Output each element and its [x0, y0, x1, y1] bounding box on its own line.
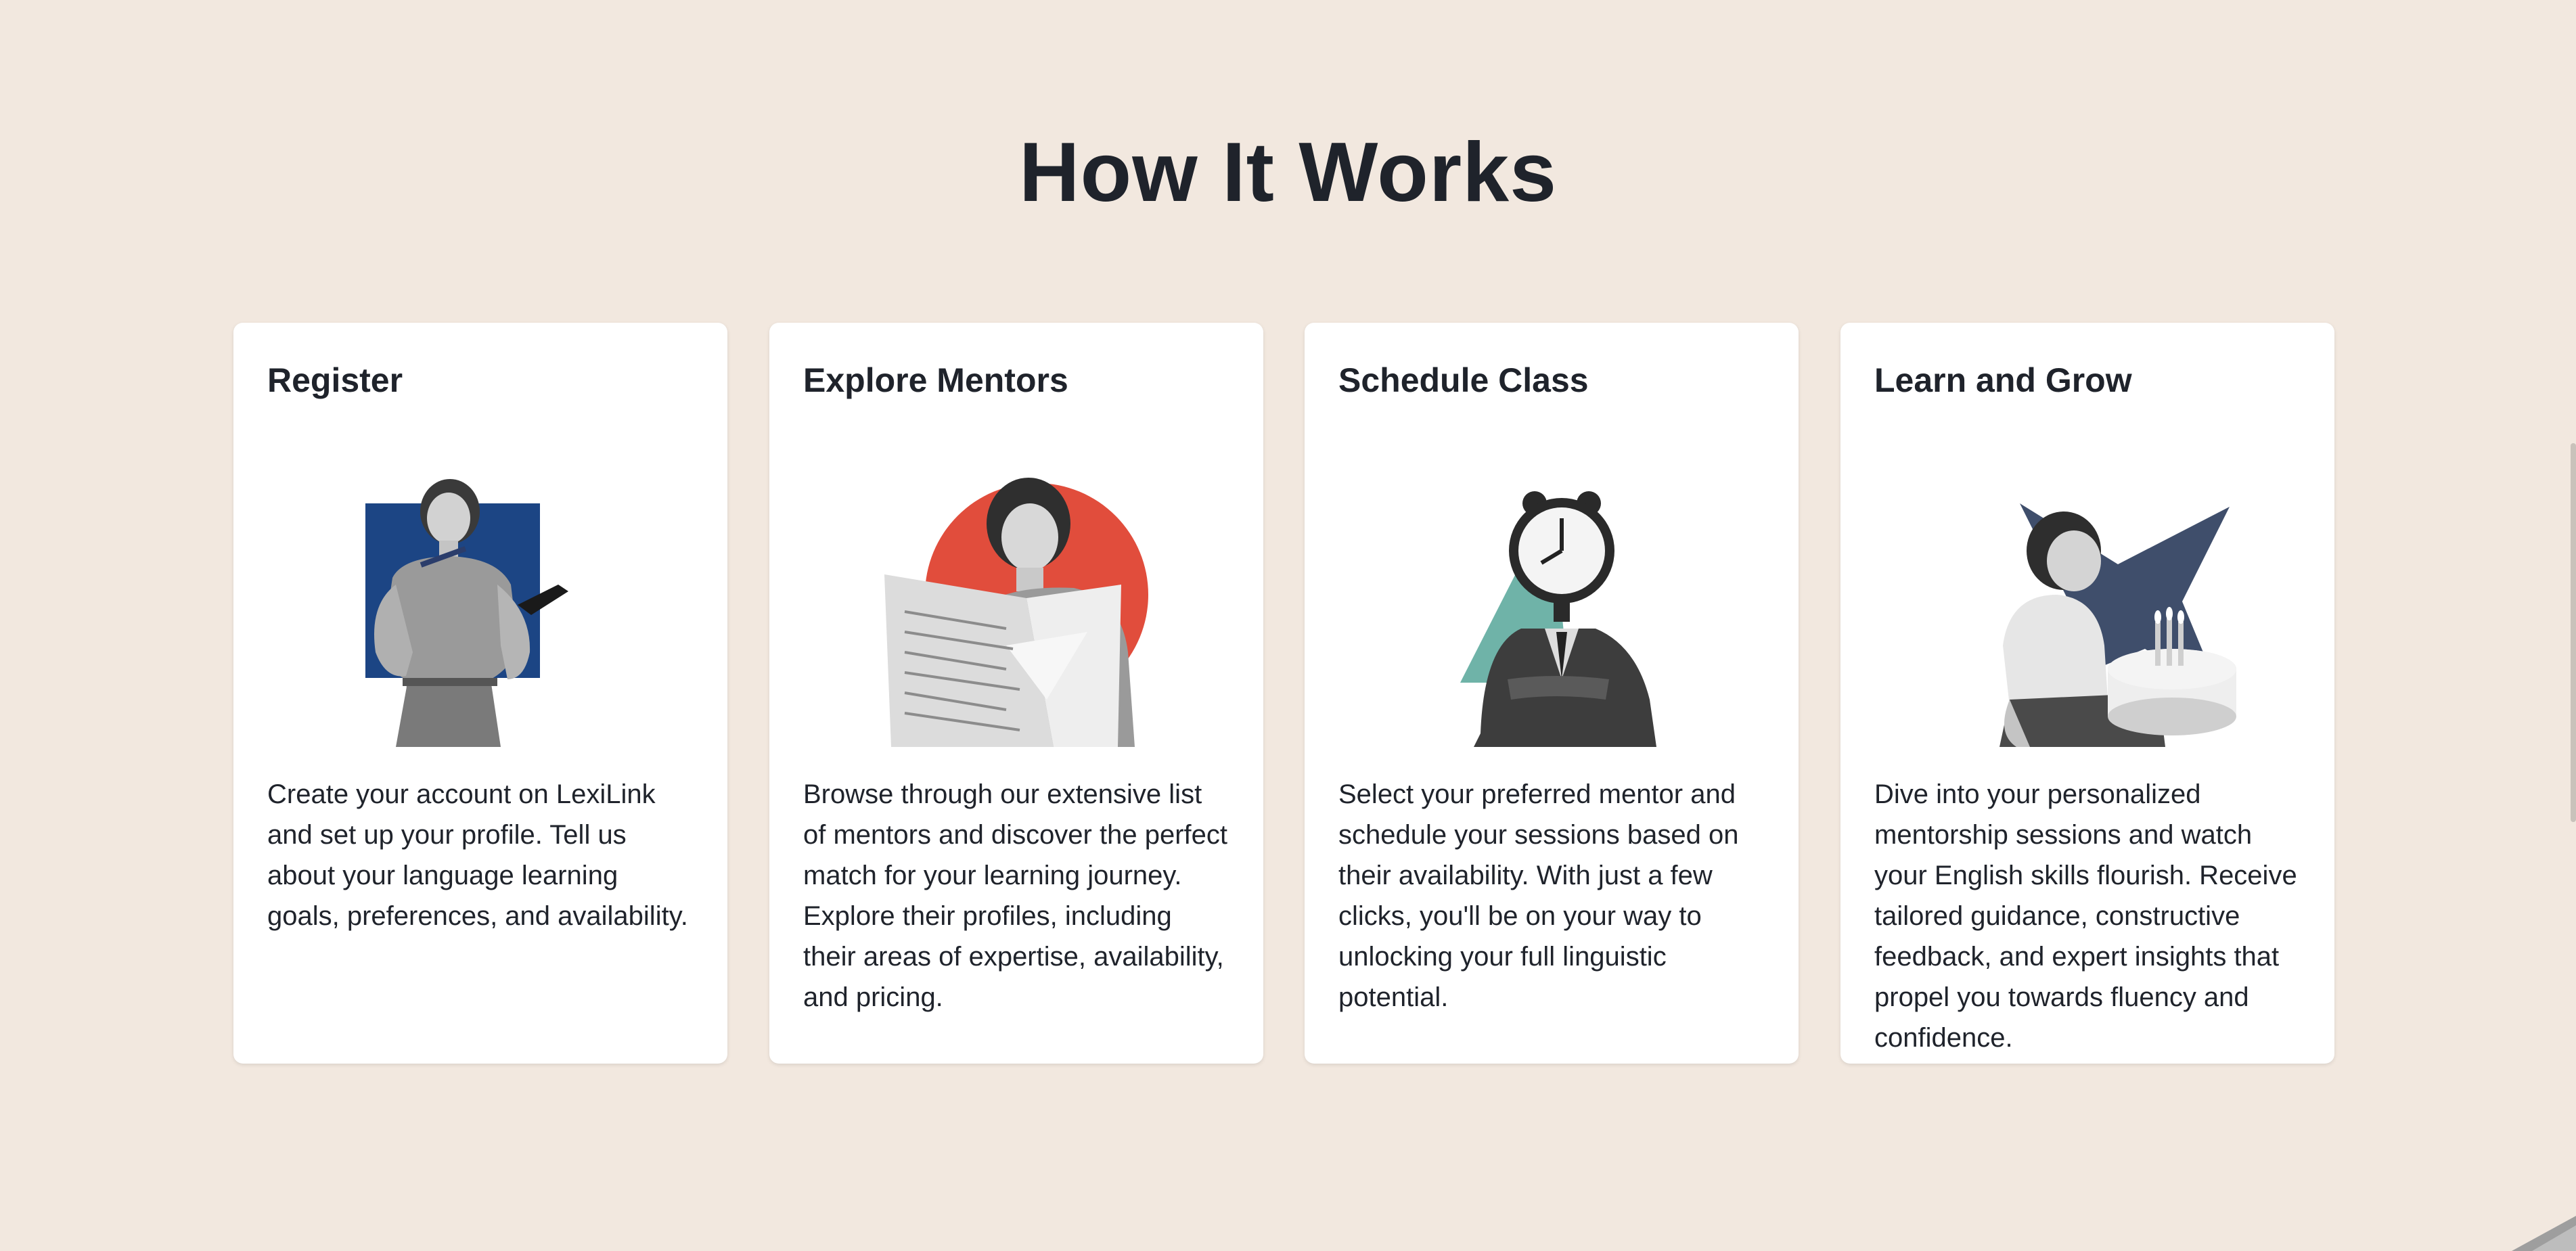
man-suit-shape: [1474, 629, 1656, 747]
newspaper-shape: [884, 574, 1121, 747]
step-title: Register: [267, 361, 403, 399]
step-title: Schedule Class: [1338, 361, 1589, 399]
corner-decoration: [2512, 1216, 2576, 1251]
step-card-register: Register Create your account on LexiLink…: [233, 323, 727, 1064]
step-description: Dive into your personalized mentorship s…: [1874, 779, 2297, 1053]
clock-head-man-illustration: [1338, 476, 1765, 747]
step-description: Select your preferred mentor and schedul…: [1338, 779, 1739, 1012]
step-card-schedule-class: Schedule Class Select your preferred men…: [1305, 323, 1799, 1064]
step-description: Create your account on LexiLink and set …: [267, 779, 688, 931]
boy-with-birthday-cake-illustration: [1874, 476, 2301, 747]
section-title: How It Works: [1018, 126, 1558, 219]
step-description: Browse through our extensive list of men…: [803, 779, 1227, 1012]
step-card-learn-and-grow: Learn and Grow Dive into your personaliz…: [1840, 323, 2334, 1064]
how-it-works-page: How It Works Register Create your accoun…: [0, 0, 2576, 1251]
step-card-explore-mentors: Explore Mentors Browse through our exten…: [769, 323, 1263, 1064]
woman-with-book-illustration: [267, 476, 694, 747]
step-title: Learn and Grow: [1874, 361, 2132, 399]
page-scrollbar[interactable]: [2571, 443, 2576, 822]
woman-reading-newspaper-illustration: [803, 476, 1229, 747]
step-title: Explore Mentors: [803, 361, 1068, 399]
